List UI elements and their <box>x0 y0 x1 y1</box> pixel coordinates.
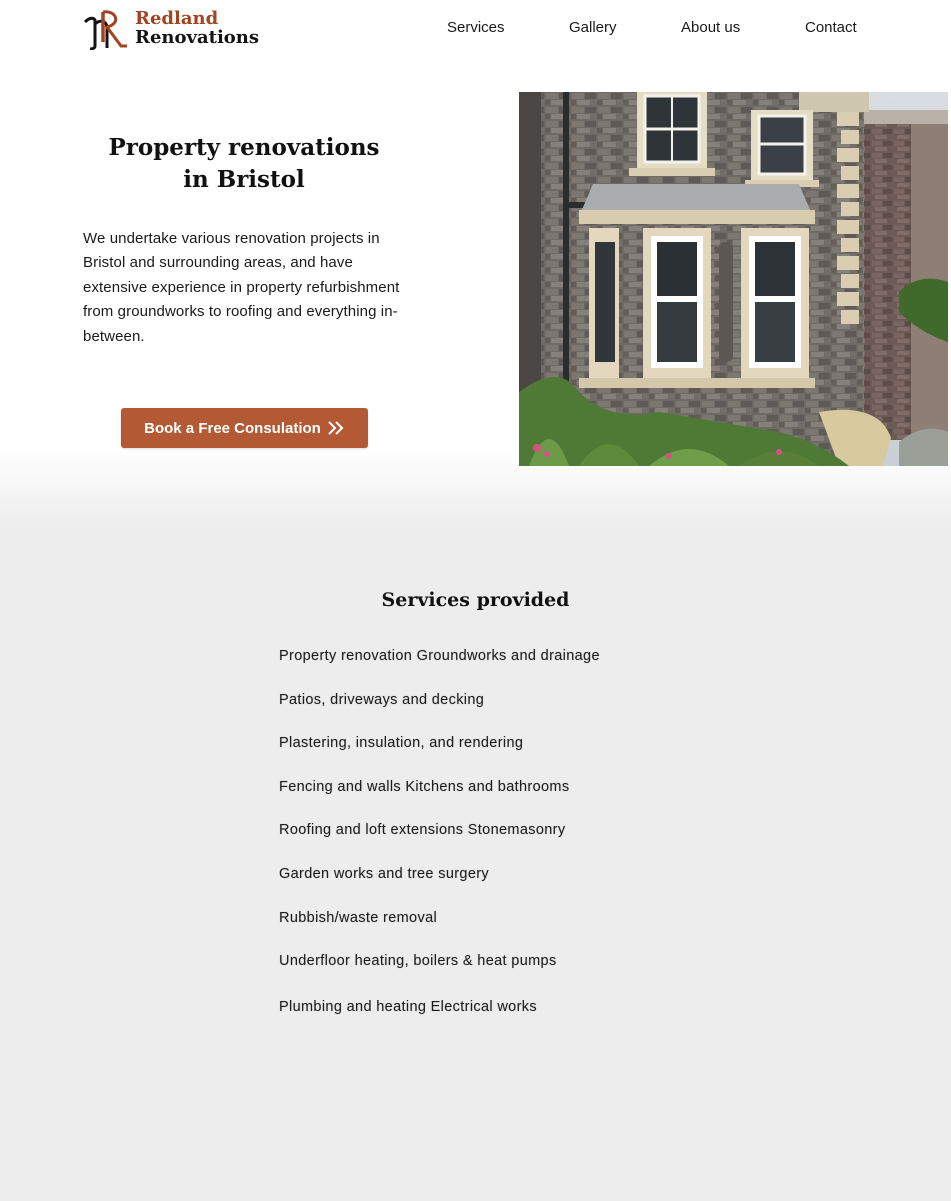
service-item: Fencing and walls Kitchens and bathrooms <box>279 779 570 795</box>
service-item: Roofing and loft extensions Stonemasonry <box>279 822 566 838</box>
hero-section: Property renovations in Bristol We under… <box>0 60 951 530</box>
double-chevron-right-icon <box>328 421 344 435</box>
house-photo <box>519 92 948 466</box>
service-item: Property renovation Groundworks and drai… <box>279 648 600 664</box>
site-header: Redland Renovations Services Gallery Abo… <box>0 0 951 60</box>
hero-title-line1: Property renovations <box>108 134 380 161</box>
book-consultation-button[interactable]: Book a Free Consulation <box>121 408 368 448</box>
nav-services[interactable]: Services <box>447 19 505 36</box>
services-section: Services provided Property renovation Gr… <box>0 530 951 1201</box>
hero-description: We undertake various renovation projects… <box>83 230 400 345</box>
book-consultation-label: Book a Free Consulation <box>144 419 321 437</box>
nav-gallery[interactable]: Gallery <box>569 19 617 36</box>
hero-title-line2: in Bristol <box>183 166 305 193</box>
nav-contact[interactable]: Contact <box>805 19 857 36</box>
service-item: Rubbish/waste removal <box>279 910 438 926</box>
service-item: Underfloor heating, boilers & heat pumps <box>279 953 557 969</box>
services-title: Services provided <box>381 589 570 611</box>
service-item: Plastering, insulation, and rendering <box>279 735 524 751</box>
main-nav: Services Gallery About us Contact <box>0 19 951 39</box>
service-item: Patios, driveways and decking <box>279 692 485 708</box>
service-item: Plumbing and heating Electrical works <box>279 999 537 1015</box>
service-item: Garden works and tree surgery <box>279 866 490 882</box>
hero-title: Property renovations in Bristol <box>83 132 405 196</box>
nav-about-us[interactable]: About us <box>681 19 740 36</box>
